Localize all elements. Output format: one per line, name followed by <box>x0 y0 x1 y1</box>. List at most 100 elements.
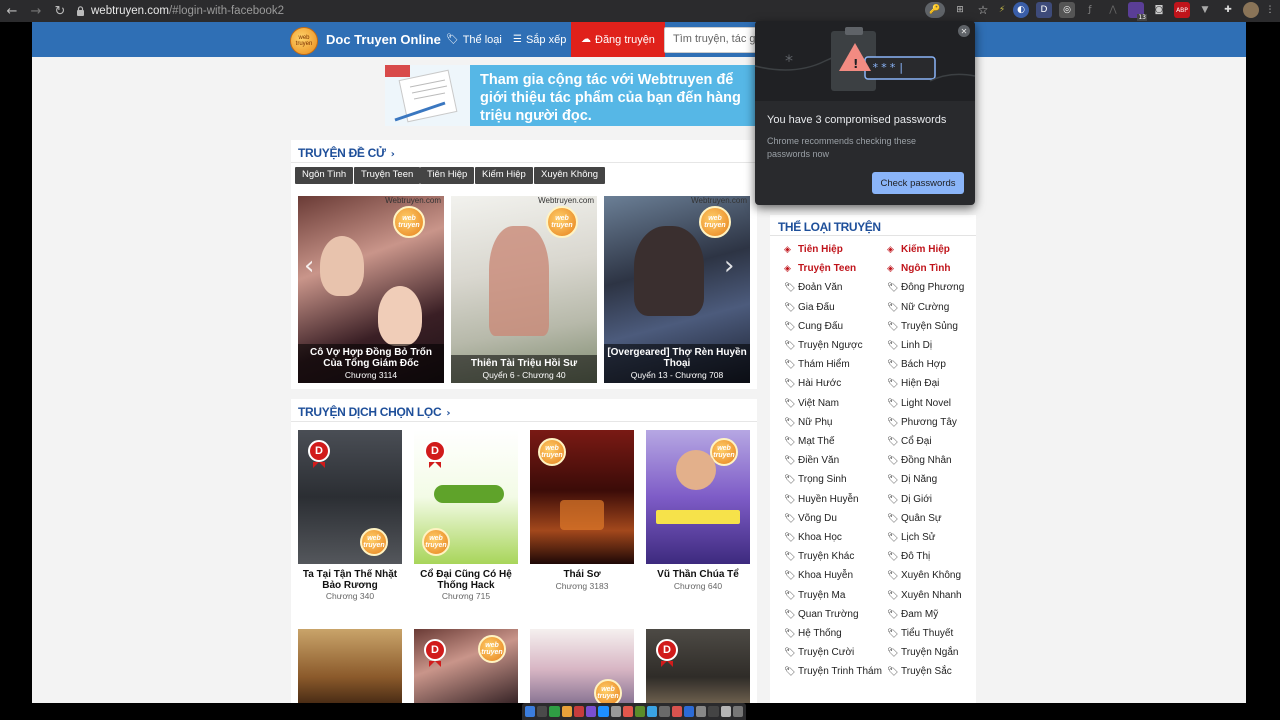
genre-link[interactable]: 🏷 Khoa Huyễn <box>784 570 884 582</box>
genre-link[interactable]: 🏷 Mạt Thế <box>784 436 884 448</box>
camera-icon[interactable]: ◙ <box>1151 2 1167 18</box>
book-cover[interactable]: D <box>646 629 750 703</box>
genre-link[interactable]: 🏷 Tiểu Thuyết <box>887 628 987 640</box>
genre-link[interactable]: 🏷 Điền Văn <box>784 455 884 467</box>
featured-cover[interactable]: Webtruyen.com web truyen Thiên Tài Triệu… <box>451 196 597 383</box>
genre-link[interactable]: 🏷 Đam Mỹ <box>887 609 987 621</box>
book-cover[interactable]: D web truyen <box>414 629 518 703</box>
tag-xuyen-khong[interactable]: Xuyên Không <box>534 167 606 184</box>
genre-link[interactable]: 🏷 Linh Dị <box>887 340 987 352</box>
genre-link[interactable]: 🏷 Lịch Sử <box>887 532 987 544</box>
nav-register[interactable]: ☁ Đăng truyện <box>571 22 665 57</box>
dock-app-icon[interactable] <box>549 706 560 717</box>
book-title[interactable]: Ta Tại Tận Thế Nhặt Bảo Rương <box>298 569 402 591</box>
genre-link[interactable]: 🏷 Gia Đấu <box>784 302 884 314</box>
book-cover[interactable]: D web truyen <box>298 430 402 564</box>
genre-link[interactable]: 🏷 Thám Hiểm <box>784 359 884 371</box>
genre-link[interactable]: 🏷 Đô Thị <box>887 551 987 563</box>
genre-link[interactable]: 🏷 Võng Du <box>784 513 884 525</box>
book-cover[interactable] <box>298 629 402 703</box>
genre-link[interactable]: ◈ Tiên Hiệp <box>784 244 884 256</box>
dock-app-icon[interactable] <box>573 706 585 717</box>
menu-kebab-icon[interactable]: ⋮ <box>1266 2 1275 18</box>
dock-app-icon[interactable] <box>683 706 695 717</box>
book-title[interactable]: Vũ Thần Chúa Tể <box>646 569 750 580</box>
dock-app-icon[interactable] <box>720 706 731 717</box>
genre-link[interactable]: 🏷 Truyện Ngược <box>784 340 884 352</box>
extension-lightning-icon[interactable]: ⚡ <box>998 2 1006 18</box>
tag-kiem-hiep[interactable]: Kiếm Hiệp <box>475 167 533 184</box>
dock-app-icon[interactable] <box>708 706 719 717</box>
dock-app-icon[interactable] <box>732 706 743 717</box>
genre-link[interactable]: 🏷 Cổ Đại <box>887 436 987 448</box>
genre-link[interactable]: 🏷 Quân Sự <box>887 513 987 525</box>
extension-graph-icon[interactable]: ⋀ <box>1105 2 1121 18</box>
tag-tien-hiep[interactable]: Tiên Hiệp <box>420 167 475 184</box>
genre-link[interactable]: ◈ Truyện Teen <box>784 263 884 275</box>
genre-link[interactable]: 🏷 Xuyên Không <box>887 570 987 582</box>
genre-link[interactable]: 🏷 Quan Trường <box>784 609 884 621</box>
genre-link[interactable]: 🏷 Đồng Nhân <box>887 455 987 467</box>
translate-icon[interactable]: ⊞ <box>952 2 968 18</box>
genre-link[interactable]: 🏷 Xuyên Nhanh <box>887 590 987 602</box>
book-title[interactable]: Thái Sơ <box>530 569 634 580</box>
dock-app-icon[interactable] <box>634 706 646 717</box>
genre-link[interactable]: 🏷 Truyện Sắc <box>887 666 987 678</box>
genre-link[interactable]: ◈ Kiếm Hiệp <box>887 244 987 256</box>
book-title[interactable]: Cổ Đại Cũng Có Hệ Thống Hack <box>414 569 518 591</box>
genre-link[interactable]: 🏷 Cung Đấu <box>784 321 884 333</box>
dock-app-icon[interactable] <box>671 706 682 717</box>
back-button[interactable]: ← <box>0 4 24 19</box>
adblock-icon[interactable]: ABP <box>1174 2 1190 18</box>
genre-link[interactable]: 🏷 Huyền Huyễn <box>784 494 884 506</box>
nav-genres[interactable]: 🏷 Thể loại <box>446 22 502 57</box>
genre-link[interactable]: 🏷 Bách Hợp <box>887 359 987 371</box>
genre-link[interactable]: 🏷 Truyện Cười <box>784 647 884 659</box>
nav-sort[interactable]: ☰ Sắp xếp <box>513 22 566 57</box>
book-cover[interactable]: D web truyen <box>414 430 518 564</box>
extension-gray-icon[interactable]: ◎ <box>1059 2 1075 18</box>
featured-cover[interactable]: Webtruyen.com web truyen › [Overgeared] … <box>604 196 750 383</box>
translated-title[interactable]: TRUYỆN DỊCH CHỌN LỌC › <box>298 405 450 419</box>
promo-banner[interactable]: Tham gia cộng tác với Webtruyen để giới … <box>385 65 760 126</box>
key-icon[interactable]: 🔑 <box>925 2 945 18</box>
dock-app-icon[interactable] <box>598 706 609 717</box>
book-cover[interactable]: web truyen <box>646 430 750 564</box>
reload-button[interactable]: ↻ <box>48 4 72 19</box>
book-cover[interactable]: web truyen <box>530 430 634 564</box>
genre-link[interactable]: 🏷 Light Novel <box>887 398 987 410</box>
genre-link[interactable]: 🏷 Phương Tây <box>887 417 987 429</box>
genre-link[interactable]: 🏷 Hiện Đại <box>887 378 987 390</box>
genre-link[interactable]: 🏷 Đông Phương <box>887 282 987 294</box>
tag-ngon-tinh[interactable]: Ngôn Tình <box>295 167 354 184</box>
genre-link[interactable]: ◈ Ngôn Tình <box>887 263 987 275</box>
extensions-puzzle-icon[interactable]: ✚ <box>1220 2 1236 18</box>
dock-app-icon[interactable] <box>622 706 633 717</box>
genre-link[interactable]: 🏷 Hệ Thống <box>784 628 884 640</box>
site-name[interactable]: Doc Truyen Online <box>326 32 441 47</box>
forward-button[interactable]: → <box>24 4 48 19</box>
dock-app-icon[interactable] <box>647 706 658 717</box>
genre-link[interactable]: 🏷 Khoa Học <box>784 532 884 544</box>
extension-fx-icon[interactable]: ƒ <box>1082 2 1098 18</box>
carousel-prev-icon[interactable]: ‹ <box>304 251 314 281</box>
dock-app-icon[interactable] <box>696 706 707 717</box>
genre-link[interactable]: 🏷 Truyện Khác <box>784 551 884 563</box>
genre-link[interactable]: 🏷 Trọng Sinh <box>784 474 884 486</box>
extension-badge-13-icon[interactable]: 13 <box>1128 2 1147 21</box>
site-logo[interactable]: web truyen <box>290 27 318 55</box>
genre-link[interactable]: 🏷 Truyện Ngắn <box>887 647 987 659</box>
tag-truyen-teen[interactable]: Truyện Teen <box>354 167 421 184</box>
genre-link[interactable]: 🏷 Truyện Sủng <box>887 321 987 333</box>
recommended-title[interactable]: TRUYỆN ĐỀ CỬ › <box>298 146 395 160</box>
genre-link[interactable]: 🏷 Dị Năng <box>887 474 987 486</box>
dock-app-icon[interactable] <box>659 706 670 717</box>
bookmark-star-icon[interactable]: ☆ <box>975 2 991 18</box>
extension-circle-icon[interactable]: ◐ <box>1013 2 1029 18</box>
extension-v-icon[interactable]: ▼ <box>1197 2 1213 18</box>
featured-cover[interactable]: Webtruyen.com web truyen ‹ Cô Vợ Hợp Đồn… <box>298 196 444 383</box>
profile-avatar[interactable] <box>1243 2 1259 18</box>
dock-app-icon[interactable] <box>561 706 572 717</box>
close-icon[interactable]: ✕ <box>958 25 970 37</box>
carousel-next-icon[interactable]: › <box>724 251 734 281</box>
